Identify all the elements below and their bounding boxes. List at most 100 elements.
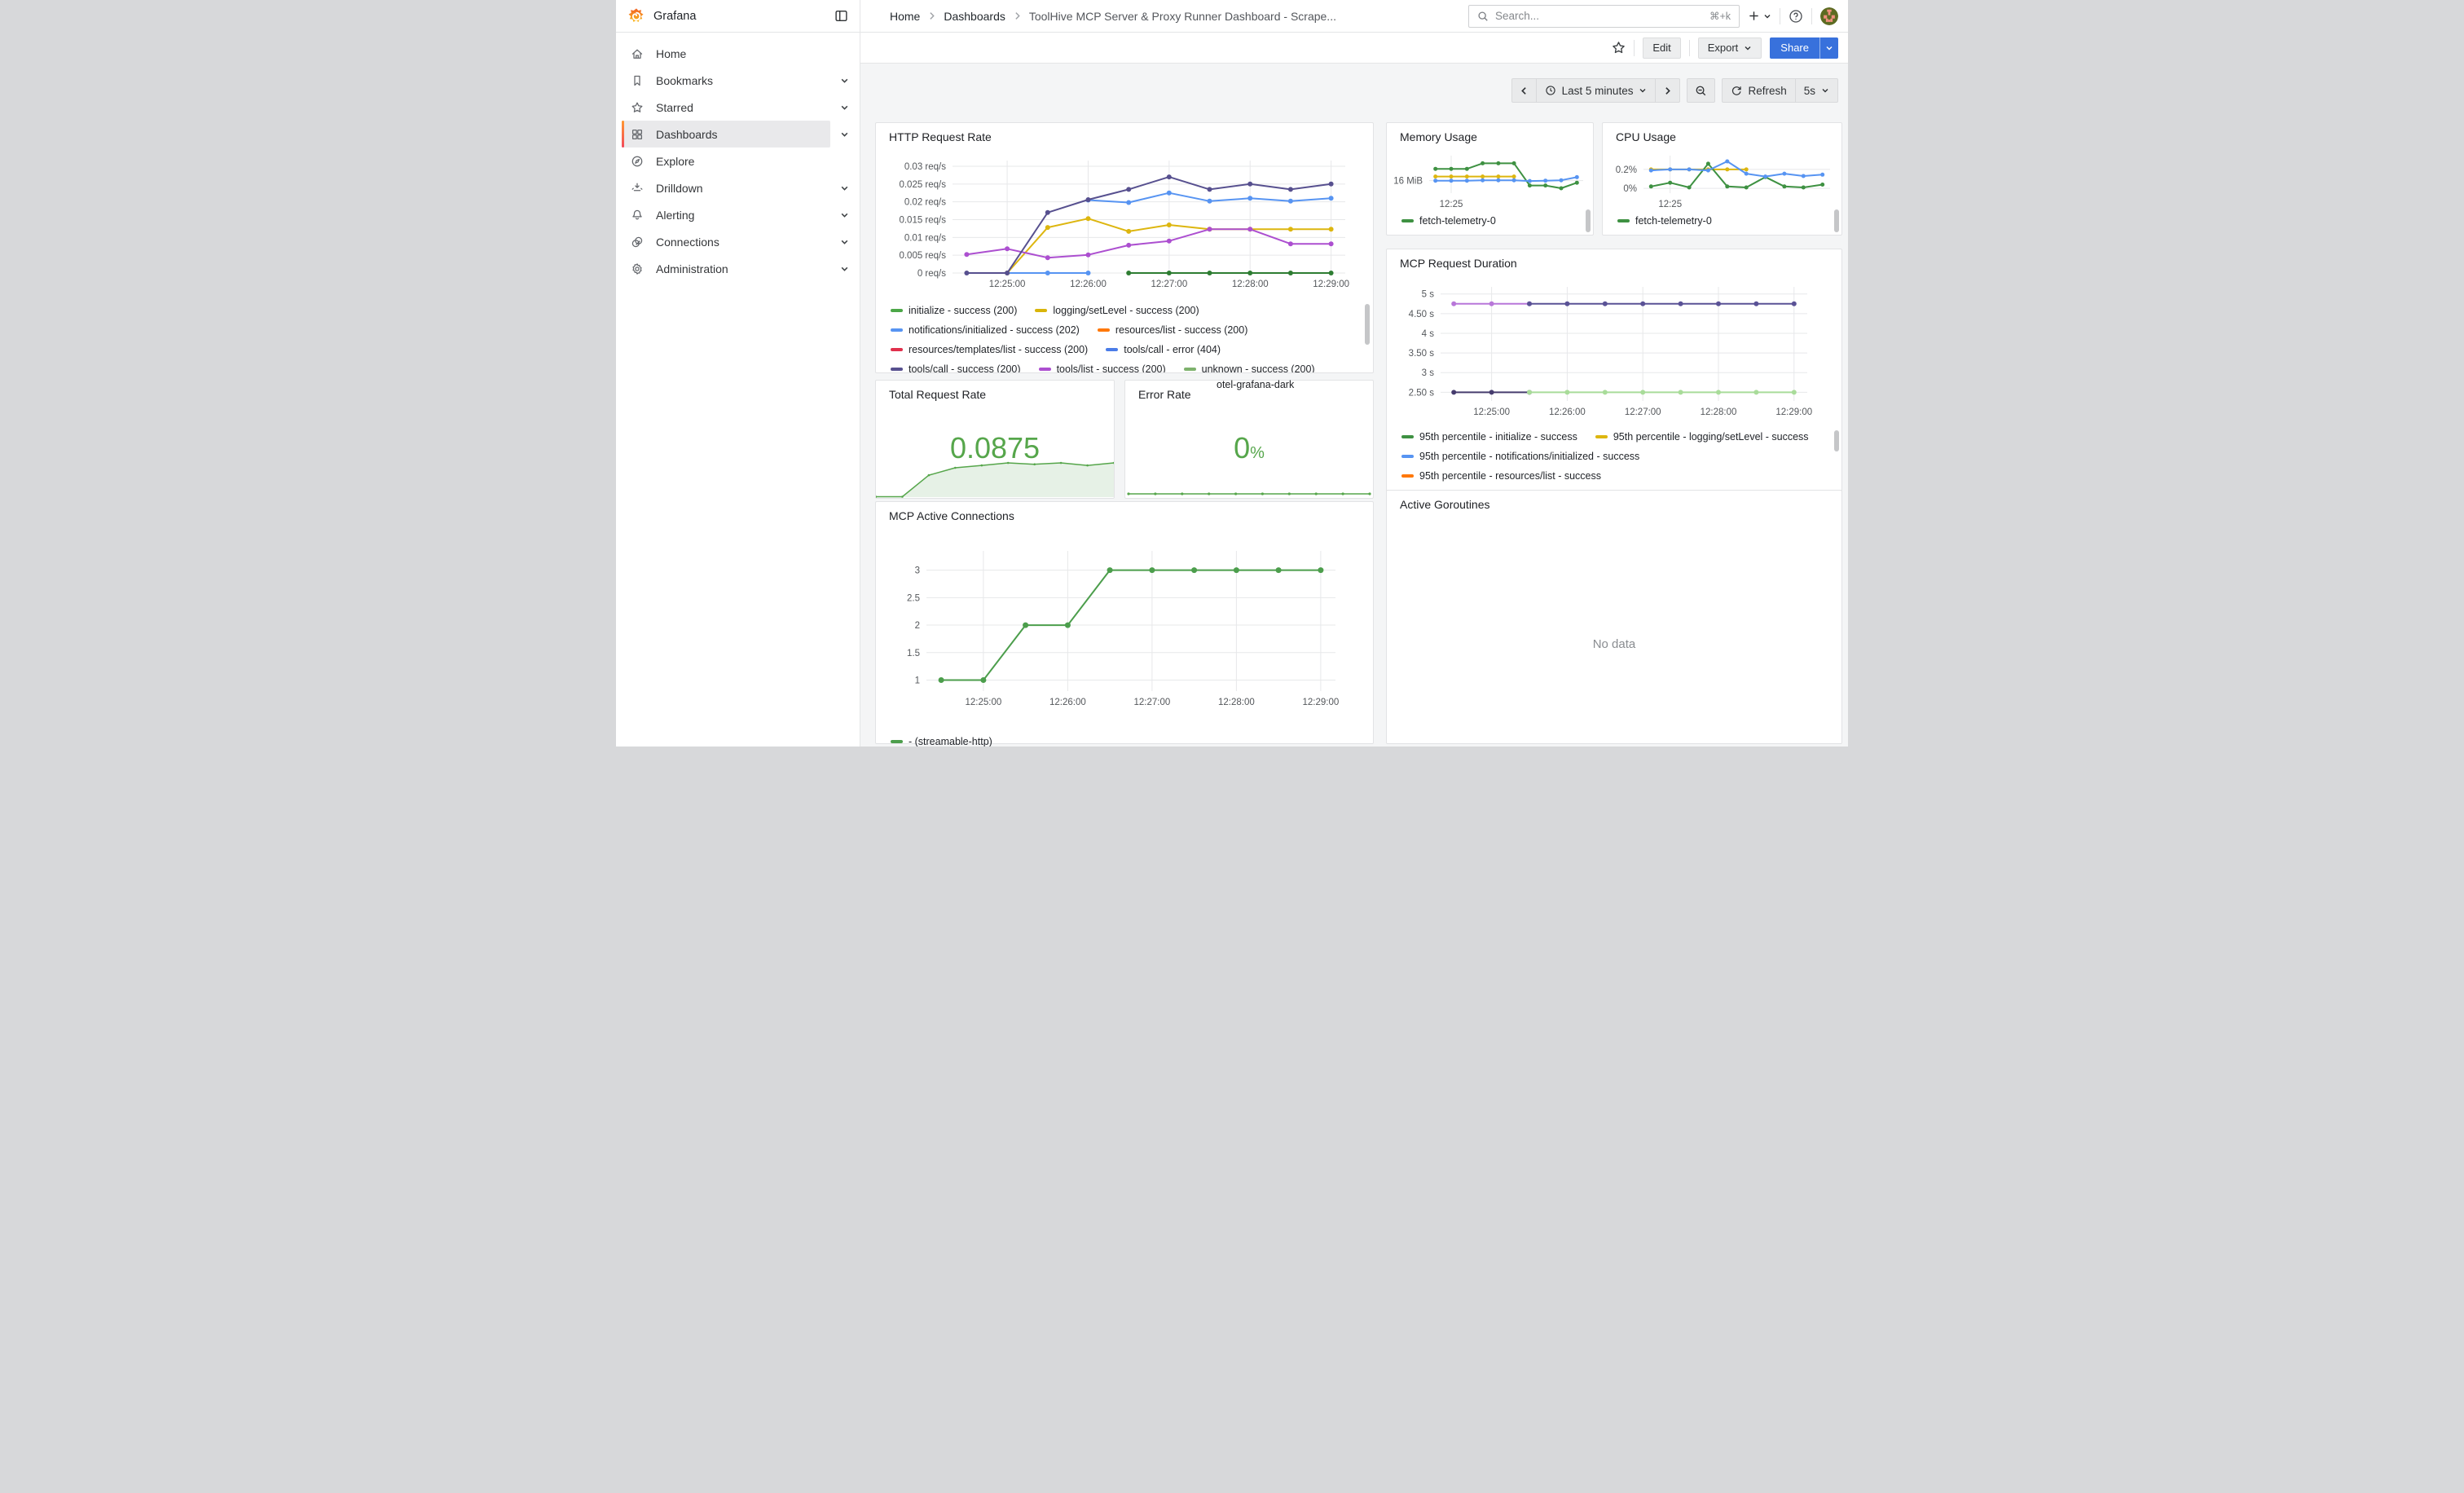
- sidebar-item-label: Home: [656, 47, 686, 60]
- zoom-out-icon[interactable]: [1687, 79, 1714, 102]
- legend-scrollbar[interactable]: [1586, 209, 1591, 232]
- help-icon[interactable]: [1789, 9, 1803, 24]
- grafana-app: Grafana HomeDashboardsToolHive MCP Serve…: [616, 0, 1848, 746]
- user-avatar[interactable]: [1820, 7, 1838, 25]
- time-range-picker[interactable]: Last 5 minutes: [1536, 79, 1656, 102]
- edit-button[interactable]: Edit: [1643, 37, 1680, 59]
- favorite-star-icon[interactable]: [1612, 41, 1626, 55]
- grafana-logo-icon[interactable]: [627, 7, 645, 25]
- sidebar-link-explore[interactable]: Explore: [622, 148, 830, 174]
- refresh-icon: [1731, 85, 1742, 96]
- svg-text:4.50 s: 4.50 s: [1409, 310, 1435, 319]
- legend-scrollbar[interactable]: [1834, 209, 1839, 232]
- legend-item[interactable]: 95th percentile - logging/setLevel - suc…: [1595, 431, 1809, 443]
- legend-item[interactable]: 95th percentile - resources/list - succe…: [1401, 470, 1601, 482]
- legend-marker-icon: [1184, 368, 1196, 371]
- panel-title[interactable]: MCP Active Connections: [889, 509, 1014, 522]
- chevron-down-icon[interactable]: [840, 130, 849, 139]
- chart-legend: fetch-telemetry-0: [1603, 211, 1833, 231]
- legend-row: notifications/initialized - success (202…: [876, 320, 1365, 340]
- svg-text:1: 1: [915, 676, 920, 686]
- chevron-down-icon[interactable]: [840, 183, 849, 192]
- chevron-down-icon[interactable]: [840, 76, 849, 85]
- sidebar-link-administration[interactable]: Administration: [622, 255, 830, 282]
- cpu-usage-chart[interactable]: 12:250.2%0%: [1606, 149, 1840, 208]
- sidebar-link-starred[interactable]: Starred: [622, 94, 830, 121]
- legend-label: resources/list - success (200): [1115, 324, 1248, 336]
- legend-marker-icon: [1401, 474, 1414, 478]
- share-button[interactable]: Share: [1770, 37, 1819, 59]
- legend-item[interactable]: tools/call - error (404): [1106, 344, 1221, 355]
- legend-item[interactable]: logging/setLevel - success (200): [1035, 305, 1199, 316]
- http-request-rate-chart[interactable]: 12:25:0012:26:0012:27:0012:28:0012:29:00…: [881, 151, 1366, 294]
- legend-item[interactable]: 95th percentile - notifications/initiali…: [1401, 451, 1639, 462]
- legend-row: 95th percentile - notifications/initiali…: [1387, 447, 1833, 466]
- chevron-down-icon[interactable]: [840, 210, 849, 219]
- breadcrumb-item[interactable]: Dashboards: [944, 10, 1005, 23]
- search-input[interactable]: [1495, 10, 1703, 22]
- mcp-request-duration-chart[interactable]: 12:25:0012:26:0012:27:0012:28:0012:29:00…: [1392, 275, 1837, 425]
- svg-text:12:27:00: 12:27:00: [1625, 407, 1661, 417]
- mcp-active-connections-chart[interactable]: 12:25:0012:26:0012:27:0012:28:0012:29:00…: [881, 531, 1368, 729]
- sidebar-link-drilldown[interactable]: Drilldown: [622, 174, 830, 201]
- legend-item[interactable]: 95th percentile - initialize - success: [1401, 431, 1577, 443]
- memory-usage-chart[interactable]: 12:2516 MiB: [1390, 149, 1591, 208]
- breadcrumb-item[interactable]: ToolHive MCP Server & Proxy Runner Dashb…: [1029, 10, 1336, 23]
- share-menu-button[interactable]: [1819, 37, 1838, 59]
- time-back-button[interactable]: [1512, 79, 1536, 102]
- chevron-down-icon[interactable]: [840, 103, 849, 112]
- dashboard-toolbar: Edit Export Share: [860, 33, 1848, 64]
- top-right-actions: ⌘+k: [1468, 5, 1848, 28]
- panel-title[interactable]: Active Goroutines: [1400, 498, 1490, 511]
- legend-item[interactable]: resources/templates/list - success (200): [891, 344, 1088, 355]
- refresh-interval-dropdown[interactable]: 5s: [1795, 79, 1837, 102]
- svg-text:0.005 req/s: 0.005 req/s: [899, 251, 946, 261]
- refresh-button[interactable]: Refresh: [1723, 79, 1794, 102]
- panel-title[interactable]: HTTP Request Rate: [889, 130, 992, 143]
- legend-scrollbar[interactable]: [1834, 430, 1839, 451]
- time-forward-button[interactable]: [1655, 79, 1679, 102]
- legend-item[interactable]: resources/list - success (200): [1098, 324, 1248, 336]
- sidebar-link-home[interactable]: Home: [622, 40, 830, 67]
- chevron-down-icon: [1639, 86, 1647, 95]
- add-button[interactable]: [1748, 10, 1771, 22]
- legend-item[interactable]: unknown - success (200): [1184, 363, 1315, 372]
- legend-item[interactable]: fetch-telemetry-0: [1617, 215, 1712, 227]
- breadcrumb-item[interactable]: Home: [890, 10, 920, 23]
- legend-label: 95th percentile - notifications/initiali…: [1419, 451, 1639, 462]
- sidebar-item-label: Administration: [656, 262, 728, 275]
- error-rate-sparkline[interactable]: [1125, 472, 1373, 498]
- legend-label: logging/setLevel - success (200): [1053, 305, 1199, 316]
- legend-item[interactable]: fetch-telemetry-0: [1401, 215, 1496, 227]
- sidebar-item-starred: Starred: [616, 94, 860, 121]
- legend-item[interactable]: notifications/initialized - success (202…: [891, 324, 1080, 336]
- panel-title[interactable]: CPU Usage: [1616, 130, 1676, 143]
- legend-marker-icon: [1595, 435, 1608, 438]
- sidebar-link-alerting[interactable]: Alerting: [622, 201, 830, 228]
- sidebar-toggle-icon[interactable]: [834, 9, 848, 23]
- panel-title[interactable]: Total Request Rate: [889, 388, 986, 401]
- divider: [1689, 40, 1690, 56]
- chevron-down-icon[interactable]: [840, 264, 849, 273]
- sidebar-link-dashboards[interactable]: Dashboards: [622, 121, 830, 148]
- svg-text:12:25: 12:25: [1658, 200, 1682, 208]
- panel-title[interactable]: MCP Request Duration: [1400, 257, 1517, 270]
- panel-title[interactable]: Memory Usage: [1400, 130, 1477, 143]
- export-button[interactable]: Export: [1698, 37, 1762, 59]
- legend-item[interactable]: tools/call - success (200): [891, 363, 1021, 372]
- legend-item[interactable]: tools/list - success (200): [1039, 363, 1166, 372]
- panel-memory-usage: Memory Usage 12:2516 MiB fetch-telemetry…: [1386, 122, 1594, 236]
- sidebar-item-explore: Explore: [616, 148, 860, 174]
- search-box[interactable]: ⌘+k: [1468, 5, 1740, 28]
- svg-text:0.015 req/s: 0.015 req/s: [899, 215, 946, 225]
- panel-title[interactable]: Error Rate: [1138, 388, 1191, 401]
- svg-text:12:29:00: 12:29:00: [1775, 407, 1812, 417]
- chevron-down-icon[interactable]: [840, 237, 849, 246]
- legend-scrollbar[interactable]: [1365, 304, 1370, 345]
- legend-item[interactable]: - (streamable-http): [891, 736, 992, 746]
- legend-item[interactable]: initialize - success (200): [891, 305, 1017, 316]
- sidebar-link-bookmarks[interactable]: Bookmarks: [622, 67, 830, 94]
- sidebar-link-connections[interactable]: Connections: [622, 228, 830, 255]
- svg-text:0%: 0%: [1623, 184, 1637, 194]
- legend-label: unknown - success (200): [1202, 363, 1315, 372]
